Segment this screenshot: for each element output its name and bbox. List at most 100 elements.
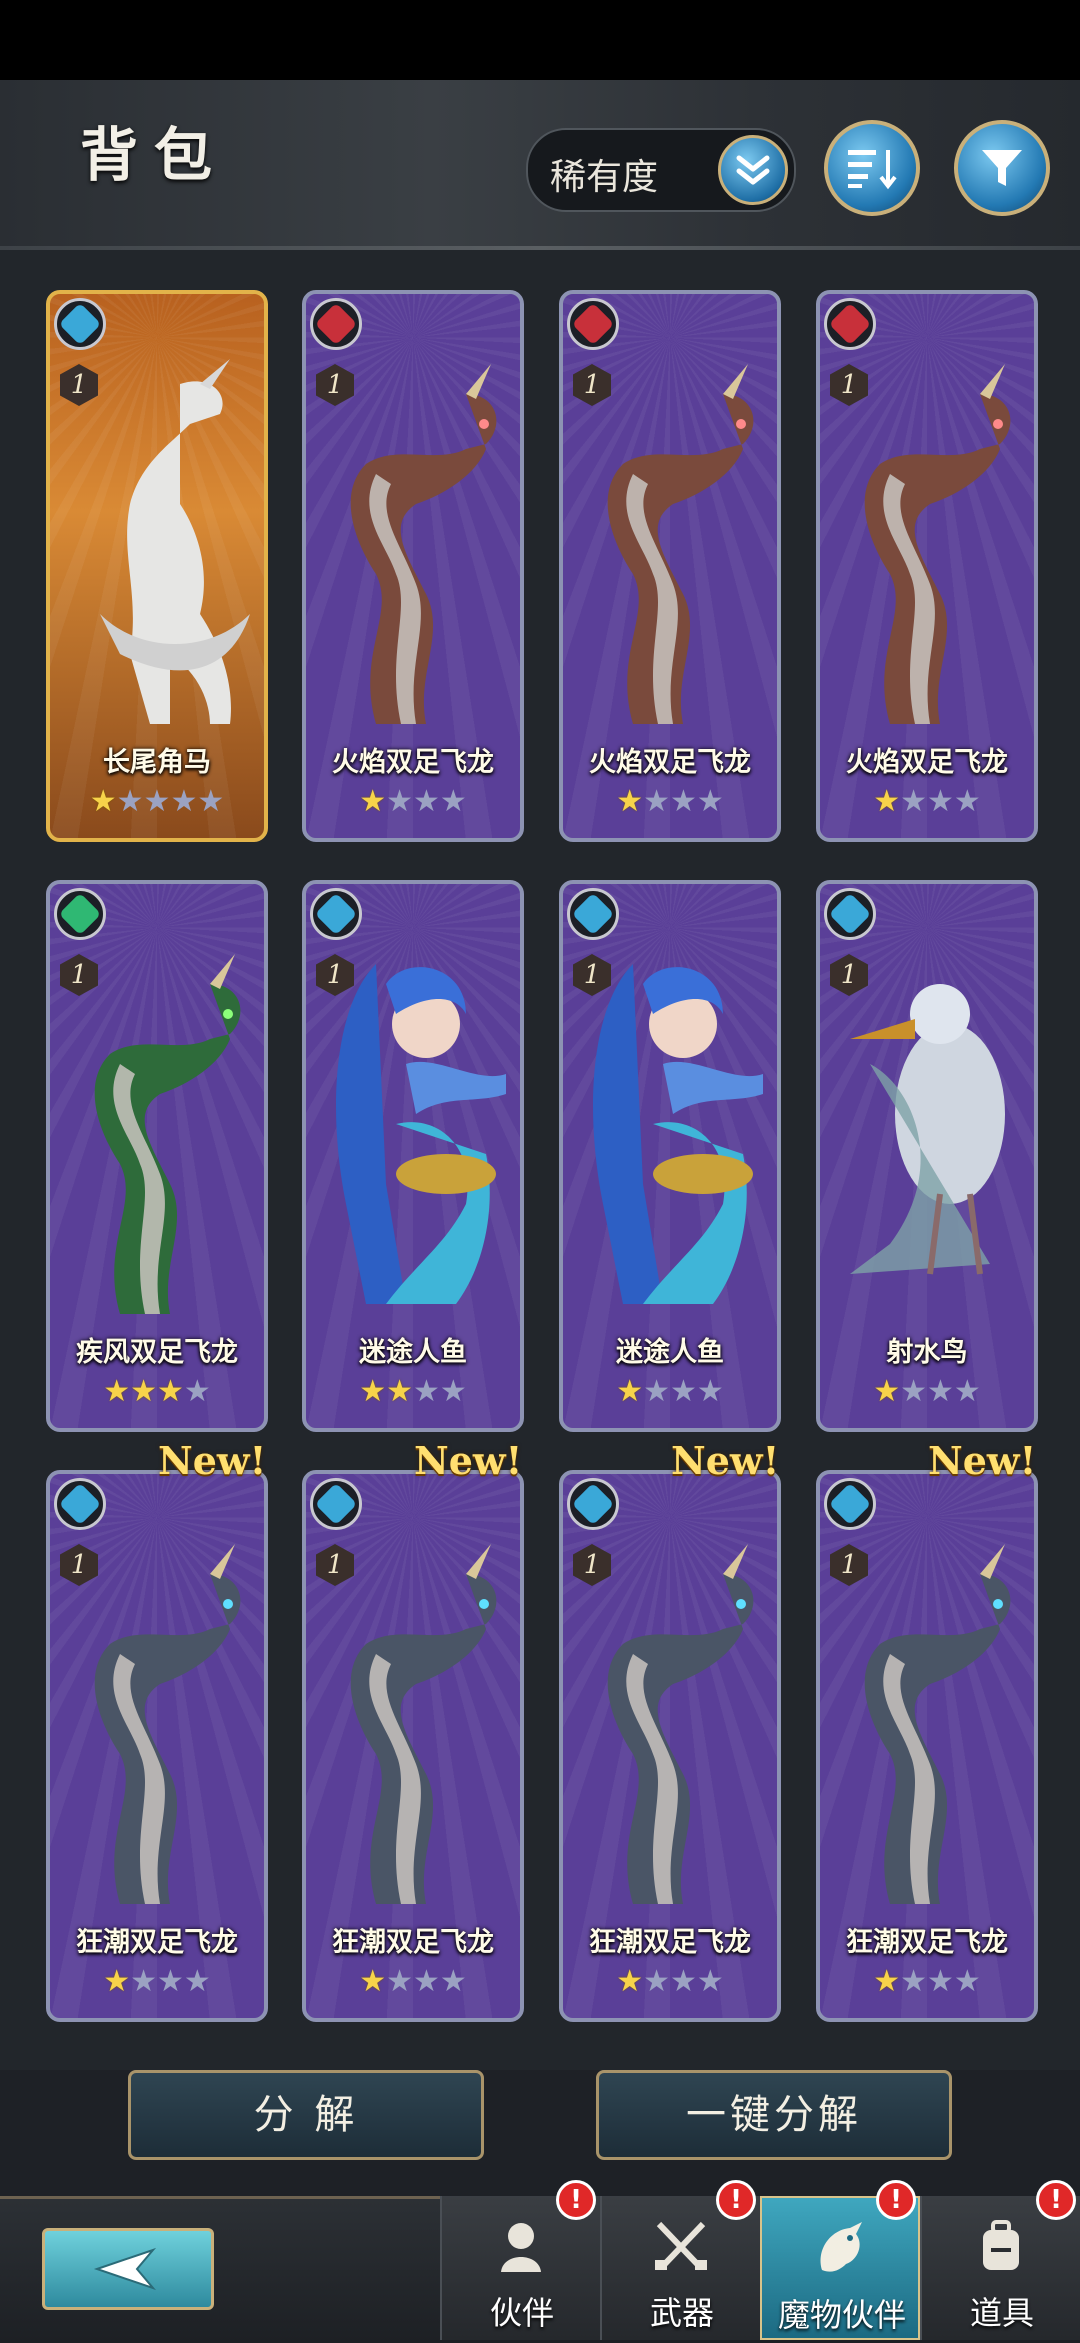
level-value: 1 xyxy=(583,1550,601,1580)
water-element-icon xyxy=(54,1478,106,1530)
monster-name: 射水鸟 xyxy=(886,1337,968,1368)
sort-order-button[interactable] xyxy=(824,120,920,216)
star-rating: ★★★★ xyxy=(820,1374,1034,1409)
tab-label: 伙伴 xyxy=(489,2294,554,2332)
filter-icon xyxy=(982,150,1022,186)
star-rating: ★★★★ xyxy=(563,1374,777,1409)
star-icon: ★ xyxy=(900,784,927,819)
monster-card[interactable]: 1 火焰双足飞龙 ★★★★ xyxy=(816,290,1038,842)
star-icon: ★ xyxy=(197,784,225,819)
monster-art xyxy=(316,1534,516,1914)
star-rating: ★★★★ xyxy=(306,784,520,819)
monster-art xyxy=(60,944,260,1324)
star-icon: ★ xyxy=(359,1964,387,1999)
monster-card[interactable]: 1 迷途人鱼 ★★★★ xyxy=(302,880,524,1432)
one-click-decompose-button[interactable]: 一键分解 xyxy=(596,2070,952,2160)
fire-element-icon xyxy=(824,298,876,350)
new-tag: New! xyxy=(158,1438,267,1483)
star-icon: ★ xyxy=(183,1374,211,1409)
star-icon: ★ xyxy=(386,784,413,819)
star-icon: ★ xyxy=(157,1374,184,1409)
tab-label: 武器 xyxy=(649,2294,714,2332)
monster-name: 狂潮双足飞龙 xyxy=(332,1927,494,1958)
star-icon: ★ xyxy=(143,784,171,819)
star-icon: ★ xyxy=(386,1374,413,1409)
level-value: 1 xyxy=(326,1550,344,1580)
monster-card[interactable]: 1 迷途人鱼 ★★★★ xyxy=(559,880,781,1432)
star-rating: ★★★★★ xyxy=(50,784,264,819)
star-icon: ★ xyxy=(439,1964,467,1999)
decompose-button[interactable]: 分 解 xyxy=(128,2070,484,2160)
level-value: 1 xyxy=(840,960,858,990)
star-icon: ★ xyxy=(616,784,644,819)
monster-card[interactable]: 1 火焰双足飞龙 ★★★★ xyxy=(302,290,524,842)
star-rating: ★★★★ xyxy=(50,1374,264,1409)
sort-order-icon xyxy=(848,150,897,190)
star-icon: ★ xyxy=(413,1374,440,1409)
star-icon: ★ xyxy=(103,1374,131,1409)
level-value: 1 xyxy=(70,960,88,990)
star-icon: ★ xyxy=(130,1374,157,1409)
new-tag: New! xyxy=(928,1438,1037,1483)
star-rating: ★★★★ xyxy=(306,1374,520,1409)
water-element-icon xyxy=(54,298,106,350)
back-button[interactable] xyxy=(42,2228,214,2310)
monster-art xyxy=(316,944,516,1324)
monster-card[interactable]: 1 射水鸟 ★★★★ xyxy=(816,880,1038,1432)
water-element-icon xyxy=(824,888,876,940)
star-icon: ★ xyxy=(873,1374,901,1409)
notification-badge: ! xyxy=(1036,2180,1076,2220)
level-value: 1 xyxy=(840,1550,858,1580)
monster-card[interactable]: 1 火焰双足飞龙 ★★★★ xyxy=(559,290,781,842)
star-icon: ★ xyxy=(386,1964,413,1999)
star-icon: ★ xyxy=(130,1964,157,1999)
star-icon: ★ xyxy=(183,1964,211,1999)
monster-art xyxy=(830,354,1030,734)
star-icon: ★ xyxy=(696,1374,724,1409)
star-icon: ★ xyxy=(670,1374,697,1409)
new-tag: New! xyxy=(671,1438,780,1483)
water-element-icon xyxy=(567,888,619,940)
water-element-icon xyxy=(567,1478,619,1530)
notification-badge: ! xyxy=(556,2180,596,2220)
monster-name: 狂潮双足飞龙 xyxy=(76,1927,238,1958)
star-icon: ★ xyxy=(643,1374,670,1409)
level-value: 1 xyxy=(583,960,601,990)
sort-label: 稀有度 xyxy=(550,157,659,198)
star-icon: ★ xyxy=(873,784,901,819)
star-rating: ★★★★ xyxy=(820,784,1034,819)
star-icon: ★ xyxy=(413,784,440,819)
star-icon: ★ xyxy=(953,784,981,819)
status-bar xyxy=(0,0,1080,80)
monster-name: 迷途人鱼 xyxy=(616,1337,724,1368)
filter-button[interactable] xyxy=(954,120,1050,216)
monster-art xyxy=(573,1534,773,1914)
level-value: 1 xyxy=(326,960,344,990)
star-icon: ★ xyxy=(900,1374,927,1409)
star-icon: ★ xyxy=(616,1374,644,1409)
sort-dropdown[interactable]: 稀有度 xyxy=(526,128,796,212)
monster-art xyxy=(830,1534,1030,1914)
monster-card[interactable]: 1 狂潮双足飞龙 ★★★★ xyxy=(46,1470,268,2022)
monster-card[interactable]: 1 狂潮双足飞龙 ★★★★ xyxy=(302,1470,524,2022)
new-tag: New! xyxy=(414,1438,523,1483)
star-icon: ★ xyxy=(643,784,670,819)
page-title: 背包 xyxy=(80,121,229,189)
monster-art xyxy=(830,944,1030,1324)
back-arrow-icon xyxy=(93,2247,157,2291)
star-rating: ★★★★ xyxy=(50,1964,264,1999)
monster-card[interactable]: 1 疾风双足飞龙 ★★★★ xyxy=(46,880,268,1432)
star-icon: ★ xyxy=(359,784,387,819)
star-icon: ★ xyxy=(643,1964,670,1999)
monster-card[interactable]: 1 狂潮双足飞龙 ★★★★ xyxy=(559,1470,781,2022)
monster-card[interactable]: 1 狂潮双足飞龙 ★★★★ xyxy=(816,1470,1038,2022)
monster-art xyxy=(573,944,773,1324)
notification-badge: ! xyxy=(876,2180,916,2220)
tab-label: 道具 xyxy=(969,2294,1034,2332)
star-icon: ★ xyxy=(103,1964,131,1999)
monster-card[interactable]: 1 长尾角马 ★★★★★ xyxy=(46,290,268,842)
monster-name: 狂潮双足飞龙 xyxy=(589,1927,751,1958)
monster-art xyxy=(60,1534,260,1914)
chevron-down-icon[interactable] xyxy=(718,135,788,205)
star-icon: ★ xyxy=(900,1964,927,1999)
